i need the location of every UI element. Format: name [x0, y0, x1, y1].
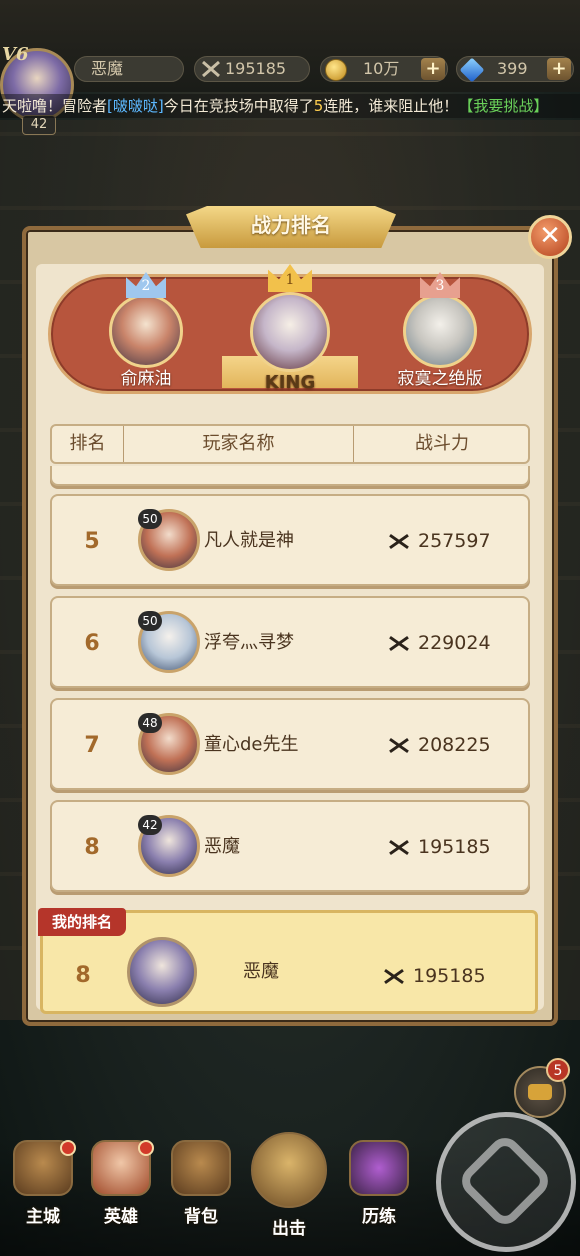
marquee-suffix: 连胜，谁来阻止他！ [323, 97, 459, 115]
row-name: 浮夸灬寻梦 [204, 632, 294, 653]
power-value: 195185 [225, 59, 287, 78]
my-name: 恶魔 [243, 961, 279, 982]
crossed-swords-icon [388, 635, 410, 651]
row-power-value: 257597 [418, 530, 491, 552]
row-power-value: 208225 [418, 734, 491, 756]
row-rank: 7 [84, 733, 100, 758]
table-row[interactable]: 6 50 浮夸灬寻梦 229024 [50, 596, 530, 688]
marquee-wins: 5 [313, 97, 324, 115]
row-rank: 8 [84, 835, 100, 860]
row-power: 195185 [388, 802, 528, 894]
podium-slot-3[interactable]: 3 寂寞之绝版 [388, 272, 492, 389]
podium-slot-2[interactable]: 2 俞麻油 [96, 272, 196, 389]
marquee-player: [啵啵哒] [107, 97, 164, 115]
crossed-swords-icon [388, 737, 410, 753]
row-power: 229024 [388, 598, 528, 690]
crossed-swords-icon [388, 533, 410, 549]
podium-rank: 3 [435, 278, 445, 294]
my-rank-tag: 我的排名 [38, 908, 126, 936]
marquee-middle: 今日在竞技场中取得了 [163, 97, 314, 115]
avatar [250, 292, 330, 372]
header-rank: 排名 [52, 426, 124, 462]
row-power: 208225 [388, 700, 528, 792]
row-level: 42 [138, 815, 162, 835]
notification-dot [60, 1140, 76, 1156]
header-player-name: 玩家名称 [124, 426, 354, 462]
podium-name: 寂寞之绝版 [397, 369, 483, 389]
nav-label: 历练 [362, 1207, 396, 1227]
nav-label: 背包 [184, 1207, 218, 1227]
podium-name: 俞麻油 [120, 369, 172, 389]
row-power-value: 195185 [418, 836, 491, 858]
avatar [109, 294, 183, 368]
ranking-table-header: 排名 玩家名称 战斗力 [50, 424, 530, 464]
header-power: 战斗力 [415, 433, 469, 454]
portal-icon [349, 1140, 409, 1196]
nav-label: 主城 [26, 1207, 60, 1227]
table-row[interactable]: 7 48 童心de先生 208225 [50, 698, 530, 790]
add-gold-button[interactable]: + [421, 58, 445, 80]
broadcast-marquee: 天啦噜！冒险者[啵啵哒]今日在竞技场中取得了5连胜，谁来阻止他！【我要挑战】 [0, 94, 580, 118]
player-level: 42 [22, 115, 56, 135]
row-power-value: 229024 [418, 632, 491, 654]
row-rank: 6 [84, 631, 100, 656]
vip-level: V6 [2, 44, 29, 65]
nav-item-training[interactable]: 历练 [338, 1140, 420, 1230]
add-gem-button[interactable]: + [547, 58, 571, 80]
nav-item-backpack[interactable]: 背包 [160, 1140, 242, 1230]
row-name: 凡人就是神 [204, 530, 294, 551]
table-row[interactable]: 8 42 恶魔 195185 [50, 800, 530, 892]
row-name: 童心de先生 [204, 734, 299, 755]
nav-label: 英雄 [104, 1207, 138, 1227]
player-name: 恶魔 [91, 59, 124, 78]
row-level: 48 [138, 713, 162, 733]
player-name-pill: 恶魔 [74, 56, 184, 82]
close-button[interactable]: ✕ [528, 215, 572, 259]
crossed-swords-icon [388, 839, 410, 855]
crossed-swords-icon [383, 968, 405, 984]
avatar [403, 294, 477, 368]
gem-pill: 399 + [456, 56, 574, 83]
chat-badge: 5 [546, 1058, 570, 1082]
row-level: 50 [138, 509, 162, 529]
row-rank: 5 [84, 529, 100, 554]
crossed-swords-icon [251, 1132, 327, 1208]
nav-item-main-city[interactable]: 主城 [2, 1140, 84, 1230]
row-power: 257597 [388, 496, 528, 588]
gold-value: 10万 [363, 59, 400, 78]
notification-dot [138, 1140, 154, 1156]
chat-bubble-icon [528, 1084, 552, 1100]
gem-icon [459, 57, 485, 83]
marquee-prefix: 天啦噜！冒险者 [2, 97, 108, 115]
gold-pill: 10万 + [320, 56, 448, 82]
row-level: 50 [138, 611, 162, 631]
nav-label: 出击 [272, 1219, 306, 1239]
panel-title: 战力排名 [251, 213, 331, 237]
my-power: 195185 [383, 913, 523, 1011]
avatar [127, 937, 197, 1007]
row-name: 恶魔 [204, 836, 240, 857]
podium-rank: 1 [285, 272, 295, 288]
crossed-swords-icon [201, 60, 221, 78]
table-row[interactable]: 5 50 凡人就是神 257597 [50, 494, 530, 586]
gold-coin-icon [325, 59, 347, 81]
nav-item-attack[interactable]: 出击 [248, 1132, 330, 1239]
backpack-icon [171, 1140, 231, 1196]
my-power-value: 195185 [413, 965, 486, 987]
podium-rank: 2 [141, 278, 151, 294]
challenge-link[interactable]: 【我要挑战】 [458, 97, 548, 115]
podium-slot-1[interactable]: 1 KING [240, 262, 340, 393]
gem-value: 399 [497, 59, 528, 78]
scrolled-row-edge [50, 466, 530, 486]
power-pill: 195185 [194, 56, 310, 82]
podium-name: KING [264, 372, 316, 393]
nav-item-heroes[interactable]: 英雄 [80, 1140, 162, 1230]
